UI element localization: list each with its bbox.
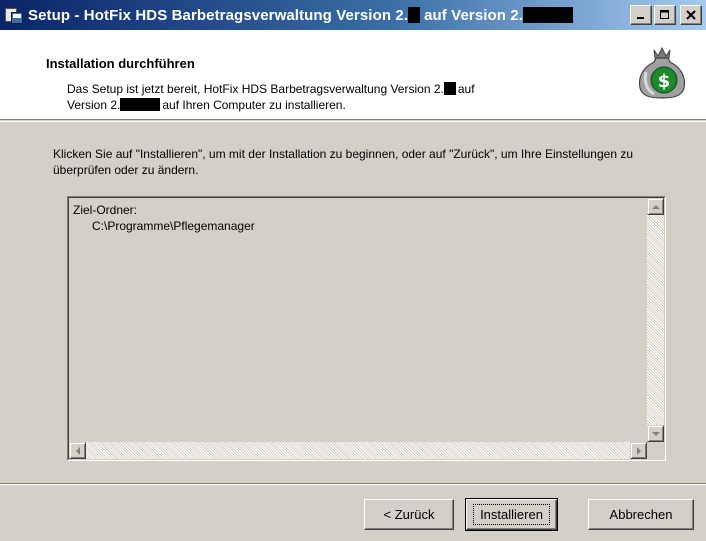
redacted-block	[443, 82, 456, 95]
setup-app-icon	[4, 5, 24, 25]
install-button[interactable]: Installieren	[465, 498, 558, 531]
redacted-block	[120, 98, 161, 111]
arrow-down-icon	[651, 431, 660, 436]
arrow-right-icon	[636, 446, 641, 455]
header-separator	[0, 121, 706, 122]
page-title: Installation durchführen	[46, 56, 195, 71]
maximize-button[interactable]	[654, 5, 676, 25]
scroll-right-button[interactable]	[630, 442, 647, 459]
scroll-up-button[interactable]	[647, 198, 664, 215]
cancel-button-label: Abbrechen	[609, 507, 673, 522]
description-text: Das Setup ist jetzt bereit, HotFix HDS B…	[67, 82, 444, 96]
arrow-up-icon	[651, 204, 660, 209]
install-button-label: Installieren	[473, 504, 550, 525]
vertical-scrollbar[interactable]	[647, 198, 664, 442]
footer-divider-highlight	[0, 484, 706, 485]
title-bar: Setup - HotFix HDS Barbetragsverwaltung …	[0, 0, 706, 30]
arrow-left-icon	[75, 446, 80, 455]
description-text: auf	[457, 82, 475, 96]
memo-label: Ziel-Ordner:	[73, 203, 138, 217]
summary-memo[interactable]: Ziel-Ordner: C:\Programme\Pflegemanager	[67, 196, 666, 461]
scroll-corner	[647, 442, 664, 459]
horizontal-scrollbar[interactable]	[69, 442, 647, 459]
redacted-block	[523, 7, 574, 23]
description-text: auf Ihren Computer zu installieren.	[162, 98, 346, 112]
window-title-middle: auf Version 2.	[424, 6, 524, 24]
svg-text:$: $	[658, 71, 671, 92]
window-controls	[630, 5, 702, 25]
cancel-button[interactable]: Abbrechen	[588, 499, 694, 530]
redacted-block	[408, 7, 421, 23]
money-bag-icon: $	[638, 46, 686, 99]
memo-destination-path: C:\Programme\Pflegemanager	[92, 219, 255, 233]
minimize-icon	[637, 17, 644, 19]
back-button[interactable]: < Zurück	[364, 499, 454, 530]
page-description: Das Setup ist jetzt bereit, HotFix HDS B…	[67, 81, 587, 113]
window-title: Setup - HotFix HDS Barbetragsverwaltung …	[28, 6, 574, 24]
back-button-label: < Zurück	[383, 507, 435, 522]
minimize-button[interactable]	[630, 5, 652, 25]
window-title-prefix: Setup - HotFix HDS Barbetragsverwaltung …	[28, 6, 409, 24]
description-text: Version 2.	[67, 98, 121, 112]
scroll-down-button[interactable]	[647, 425, 664, 442]
close-icon	[686, 10, 696, 20]
memo-content: Ziel-Ordner: C:\Programme\Pflegemanager	[73, 202, 255, 234]
instructions-text: Klicken Sie auf "Installieren", um mit d…	[53, 147, 634, 177]
maximize-icon	[660, 10, 669, 19]
scroll-left-button[interactable]	[69, 442, 86, 459]
close-button[interactable]	[680, 5, 702, 25]
